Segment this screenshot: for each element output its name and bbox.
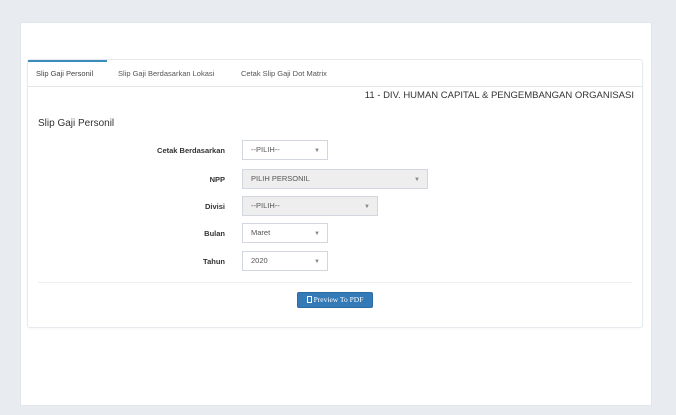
tahun-value: 2020 bbox=[251, 256, 268, 265]
tab-slip-gaji-personil[interactable]: Slip Gaji Personil bbox=[28, 60, 107, 86]
tab-cetak-slip-gaji-dot-matrix[interactable]: Cetak Slip Gaji Dot Matrix bbox=[233, 60, 343, 86]
preview-button-label: Preview To PDF bbox=[313, 295, 364, 304]
preview-to-pdf-button[interactable]: Preview To PDF bbox=[297, 292, 373, 308]
bulan-label: Bulan bbox=[204, 229, 225, 238]
divisi-label: Divisi bbox=[204, 202, 225, 211]
npp-value: PILIH PERSONIL bbox=[251, 174, 310, 183]
section-title: Slip Gaji Personil bbox=[38, 118, 115, 129]
cetak-berdasarkan-value: --PILIH-- bbox=[251, 145, 280, 154]
cetak-berdasarkan-select[interactable]: --PILIH-- ▼ bbox=[242, 140, 328, 160]
tahun-label: Tahun bbox=[203, 257, 225, 266]
chevron-down-icon: ▼ bbox=[414, 177, 420, 183]
file-icon bbox=[306, 296, 312, 303]
form-divider bbox=[38, 282, 632, 283]
npp-label: NPP bbox=[209, 175, 225, 184]
tab-slip-gaji-berdasarkan-lokasi[interactable]: Slip Gaji Berdasarkan Lokasi bbox=[110, 60, 228, 86]
tahun-select[interactable]: 2020 ▼ bbox=[242, 251, 328, 271]
slip-gaji-card: Slip Gaji Personil Slip Gaji Berdasarkan… bbox=[28, 60, 642, 327]
tab-bar: Slip Gaji Personil Slip Gaji Berdasarkan… bbox=[28, 60, 642, 87]
npp-select[interactable]: PILIH PERSONIL ▼ bbox=[242, 169, 428, 189]
division-label: 11 - DIV. HUMAN CAPITAL & PENGEMBANGAN O… bbox=[364, 90, 634, 101]
bulan-value: Maret bbox=[251, 228, 271, 237]
chevron-down-icon: ▼ bbox=[314, 148, 320, 154]
cetak-berdasarkan-label: Cetak Berdasarkan bbox=[157, 146, 225, 155]
chevron-down-icon: ▼ bbox=[364, 204, 370, 210]
bulan-select[interactable]: Maret ▼ bbox=[242, 223, 328, 243]
chevron-down-icon: ▼ bbox=[314, 259, 320, 265]
divisi-select[interactable]: --PILIH-- ▼ bbox=[242, 196, 378, 216]
divisi-value: --PILIH-- bbox=[251, 201, 280, 210]
chevron-down-icon: ▼ bbox=[314, 231, 320, 237]
